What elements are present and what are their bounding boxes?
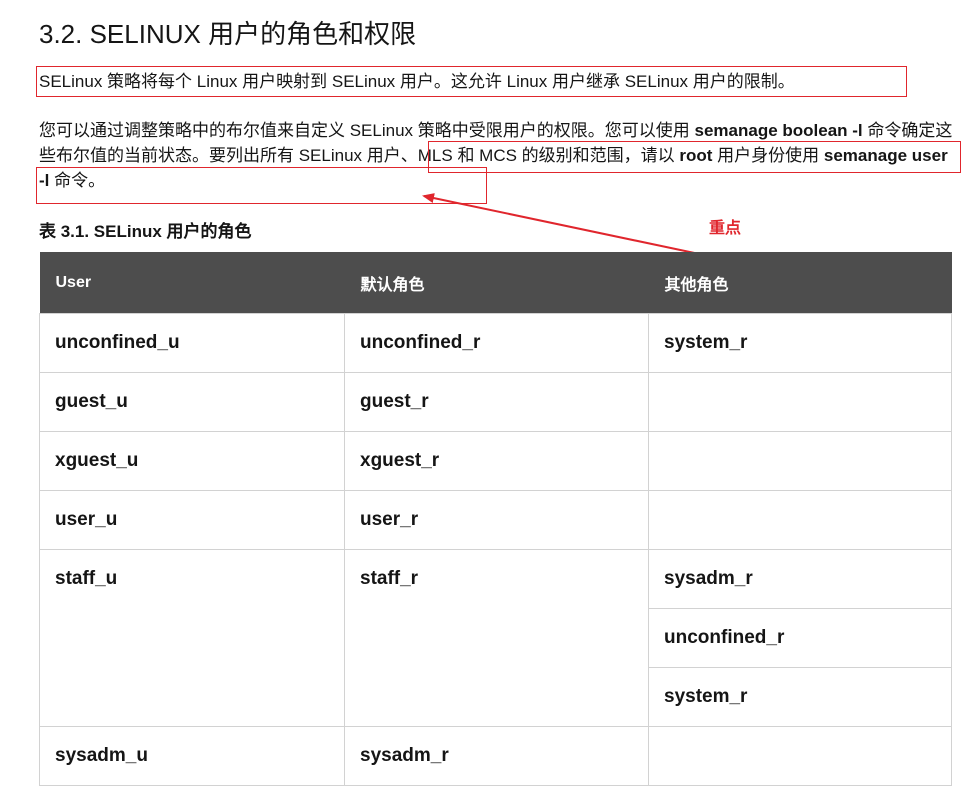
table-caption: 表 3.1. SELinux 用户的角色 xyxy=(39,222,252,241)
table-row: xguest_u xguest_r xyxy=(39,431,952,491)
table-row: staff_u staff_r sysadm_r xyxy=(39,549,952,727)
para2-command-boolean: semanage boolean -l xyxy=(694,121,863,140)
section-title: 3.2. SELINUX 用户的角色和权限 xyxy=(39,19,417,49)
annotation-label: 重点 xyxy=(709,220,742,237)
highlight-box-root-command xyxy=(36,167,487,204)
header-user: User xyxy=(39,252,345,314)
cell-user: staff_u xyxy=(39,549,345,727)
cell-user: xguest_u xyxy=(39,431,345,491)
header-other-roles: 其他角色 xyxy=(648,252,952,314)
highlight-box-list-users xyxy=(428,141,961,173)
roles-table: User 默认角色 其他角色 unconfined_u unconfined_r… xyxy=(39,252,952,786)
table-header-row: User 默认角色 其他角色 xyxy=(39,252,952,314)
cell-default-role: sysadm_r xyxy=(344,726,649,786)
cell-user: guest_u xyxy=(39,372,345,432)
cell-default-role: guest_r xyxy=(344,372,649,432)
cell-other-role: system_r xyxy=(648,667,952,727)
cell-default-role: xguest_r xyxy=(344,431,649,491)
cell-other-role xyxy=(648,431,952,491)
table-row: sysadm_u sysadm_r xyxy=(39,726,952,786)
table-row: guest_u guest_r xyxy=(39,372,952,432)
table-row: user_u user_r xyxy=(39,490,952,550)
highlight-box-intro xyxy=(36,66,907,97)
cell-default-role: user_r xyxy=(344,490,649,550)
cell-other-role xyxy=(648,726,952,786)
cell-default-role: unconfined_r xyxy=(344,313,649,373)
cell-user: sysadm_u xyxy=(39,726,345,786)
table-row: unconfined_u unconfined_r system_r xyxy=(39,313,952,373)
cell-other-role xyxy=(648,490,952,550)
cell-other-role: sysadm_r xyxy=(648,549,952,609)
para2-text-1: 您可以通过调整策略中的布尔值来自定义 SELinux 策略中受限用户的权限。您可… xyxy=(39,121,695,140)
cell-other-role: system_r xyxy=(648,313,952,373)
cell-default-role: staff_r xyxy=(344,549,649,727)
cell-user: unconfined_u xyxy=(39,313,345,373)
header-default-role: 默认角色 xyxy=(344,252,649,314)
cell-other-role: unconfined_r xyxy=(648,608,952,668)
cell-other-role xyxy=(648,372,952,432)
cell-user: user_u xyxy=(39,490,345,550)
